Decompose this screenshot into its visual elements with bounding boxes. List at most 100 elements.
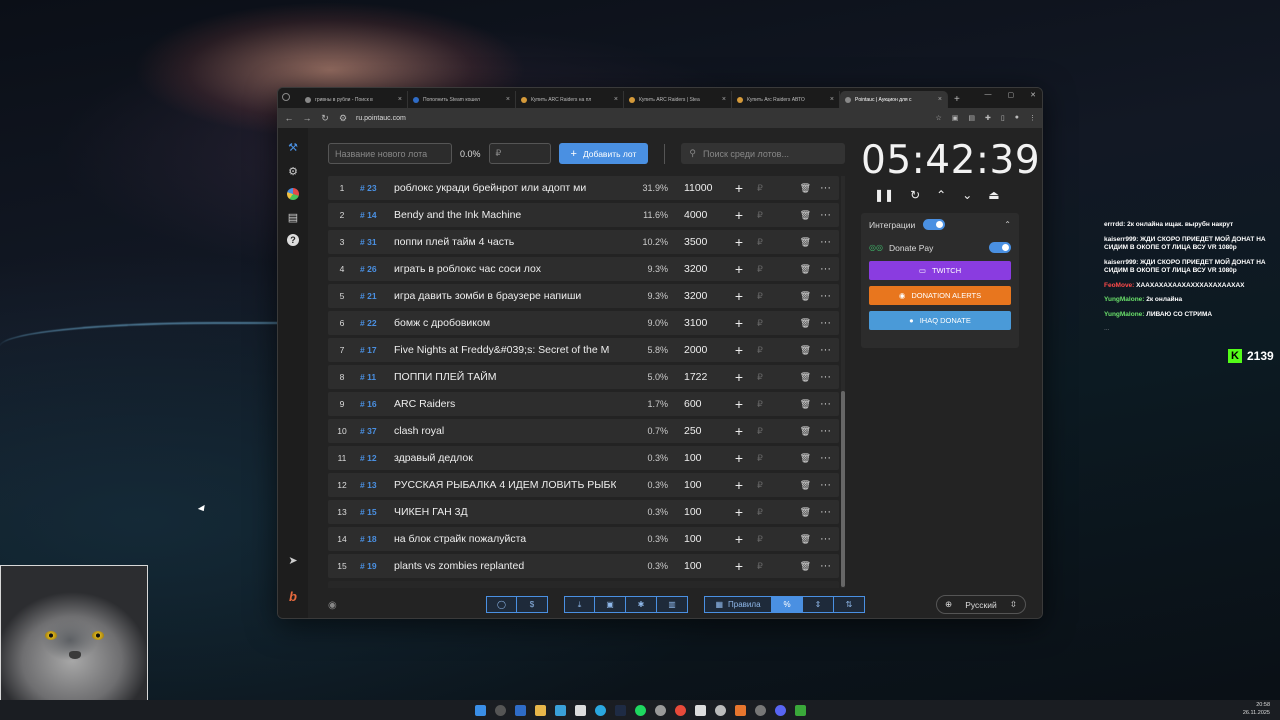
bug-report-button[interactable]: ✱ <box>626 596 657 613</box>
more-options-icon[interactable]: ··· <box>820 398 831 410</box>
ruble-input-icon[interactable]: ₽ <box>750 183 770 194</box>
delete-lot-icon[interactable]: 🗑 <box>800 291 811 302</box>
lot-amount[interactable]: 600 <box>668 398 728 410</box>
delete-lot-icon[interactable]: 🗑 <box>800 264 811 275</box>
double-up-icon[interactable]: ⏏ <box>988 188 999 202</box>
file-explorer-icon[interactable] <box>534 704 546 716</box>
add-amount-icon[interactable]: + <box>728 504 750 520</box>
settings-gear-icon[interactable]: ⚙ <box>286 164 300 178</box>
ruble-input-icon[interactable]: ₽ <box>750 210 770 221</box>
maximize-icon[interactable]: ▢ <box>1008 91 1015 99</box>
lot-amount[interactable]: 11000 <box>668 182 728 194</box>
widgets-icon[interactable] <box>514 704 526 716</box>
lot-id[interactable]: # 26 <box>356 264 394 274</box>
close-window-icon[interactable]: ✕ <box>1030 91 1036 99</box>
more-options-icon[interactable]: ··· <box>820 344 831 356</box>
lot-name[interactable]: играть в роблокс час соси лох <box>394 263 616 275</box>
delete-lot-icon[interactable]: 🗑 <box>800 318 811 329</box>
lot-id[interactable]: # 16 <box>356 399 394 409</box>
delete-lot-icon[interactable]: 🗑 <box>800 588 811 589</box>
tab-close-icon[interactable]: × <box>614 96 618 103</box>
settings-taskbar-icon[interactable] <box>714 704 726 716</box>
ruble-input-icon[interactable]: ₽ <box>750 426 770 437</box>
notes-icon[interactable] <box>574 704 586 716</box>
pause-icon[interactable]: ❚❚ <box>874 188 894 202</box>
ruble-input-icon[interactable]: ₽ <box>750 237 770 248</box>
more-options-icon[interactable]: ··· <box>820 290 831 302</box>
add-lot-button[interactable]: + Добавить лот <box>558 143 649 164</box>
add-amount-icon[interactable]: + <box>728 207 750 223</box>
rules-button[interactable]: ▦ Правила <box>704 596 772 613</box>
add-time-icon[interactable]: ⌃ <box>936 188 946 202</box>
add-amount-icon[interactable]: + <box>728 234 750 250</box>
delete-lot-icon[interactable]: 🗑 <box>800 426 811 437</box>
ruble-input-icon[interactable]: ₽ <box>750 264 770 275</box>
split-button[interactable]: ⇕ <box>803 596 834 613</box>
lot-name[interactable]: здравый дедлок <box>394 452 616 464</box>
lot-id[interactable]: # 19 <box>356 561 394 571</box>
more-options-icon[interactable]: ··· <box>820 263 831 275</box>
lot-amount[interactable]: 3200 <box>668 263 728 275</box>
app-orange-icon[interactable] <box>734 704 746 716</box>
github-button[interactable]: ◯ <box>486 596 517 613</box>
lot-id[interactable]: # 23 <box>356 183 394 193</box>
ruble-input-icon[interactable]: ₽ <box>750 480 770 491</box>
wheel-chart-icon[interactable] <box>287 188 299 200</box>
integrations-toggle[interactable] <box>923 219 946 230</box>
ruble-input-icon[interactable]: ₽ <box>750 399 770 410</box>
subtract-time-icon[interactable]: ⌄ <box>962 188 972 202</box>
tab-close-icon[interactable]: × <box>830 96 834 103</box>
mail-icon[interactable] <box>554 704 566 716</box>
obs-icon[interactable] <box>654 704 666 716</box>
add-amount-icon[interactable]: + <box>728 342 750 358</box>
lot-amount[interactable]: 3500 <box>668 236 728 248</box>
lot-name[interactable]: ЧИКЕН ГАН 3Д <box>394 506 616 518</box>
site-info-icon[interactable]: ⚙ <box>338 113 348 124</box>
ruble-input-icon[interactable]: ₽ <box>750 453 770 464</box>
browser-tab[interactable]: Купить ARC Raiders | Stea × <box>624 91 732 108</box>
lot-name[interactable]: plants vs zombies replanted <box>394 560 616 572</box>
more-options-icon[interactable]: ··· <box>820 317 831 329</box>
back-icon[interactable]: ← <box>284 113 294 123</box>
more-options-icon[interactable]: ··· <box>820 533 831 545</box>
browser-tab[interactable]: Купить ARC Raiders на пл × <box>516 91 624 108</box>
add-amount-icon[interactable]: + <box>728 450 750 466</box>
delete-lot-icon[interactable]: 🗑 <box>800 372 811 383</box>
percent-mode-button[interactable]: % <box>772 596 803 613</box>
chevron-up-icon[interactable]: ⌃ <box>1004 220 1011 229</box>
ruble-input-icon[interactable]: ₽ <box>750 561 770 572</box>
tab-search-icon[interactable] <box>282 93 290 101</box>
lot-amount-input[interactable]: ₽ <box>488 143 551 164</box>
lot-amount[interactable]: 2000 <box>668 344 728 356</box>
add-amount-icon[interactable]: + <box>728 531 750 547</box>
ruble-input-icon[interactable]: ₽ <box>750 534 770 545</box>
lot-name[interactable]: Five Nights at Freddy&#039;s: Secret of … <box>394 344 616 356</box>
telegram-icon[interactable]: ➤ <box>288 554 297 567</box>
ruble-input-icon[interactable]: ₽ <box>750 372 770 383</box>
donation-alerts-button[interactable]: ◉ DONATION ALERTS <box>869 286 1011 305</box>
add-amount-icon[interactable]: + <box>728 558 750 574</box>
ruble-input-icon[interactable]: ₽ <box>750 507 770 518</box>
add-amount-icon[interactable]: + <box>728 369 750 385</box>
delete-lot-icon[interactable]: 🗑 <box>800 507 811 518</box>
add-amount-icon[interactable]: + <box>728 477 750 493</box>
history-clipboard-icon[interactable]: ▤ <box>286 210 300 224</box>
profile-icon[interactable]: ● <box>1015 114 1019 122</box>
delete-lot-icon[interactable]: 🗑 <box>800 183 811 194</box>
sort-button[interactable]: ⇅ <box>834 596 865 613</box>
add-amount-icon[interactable]: + <box>728 261 750 277</box>
more-options-icon[interactable]: ··· <box>820 182 831 194</box>
app-grey-icon[interactable] <box>754 704 766 716</box>
lot-id[interactable]: # 11 <box>356 372 394 382</box>
lot-id[interactable]: # 12 <box>356 453 394 463</box>
minimize-icon[interactable]: — <box>985 91 992 99</box>
lot-name-input[interactable]: Название нового лота <box>328 143 452 164</box>
reload-icon[interactable]: ↻ <box>320 113 330 124</box>
delete-lot-icon[interactable]: 🗑 <box>800 561 811 572</box>
lot-amount[interactable]: 100 <box>668 452 728 464</box>
delete-lot-icon[interactable]: 🗑 <box>800 480 811 491</box>
puzzle-icon[interactable]: ✚ <box>985 114 991 122</box>
forward-icon[interactable]: → <box>302 113 312 123</box>
donate-dollar-button[interactable]: $ <box>517 596 548 613</box>
lot-id[interactable]: # 13 <box>356 480 394 490</box>
